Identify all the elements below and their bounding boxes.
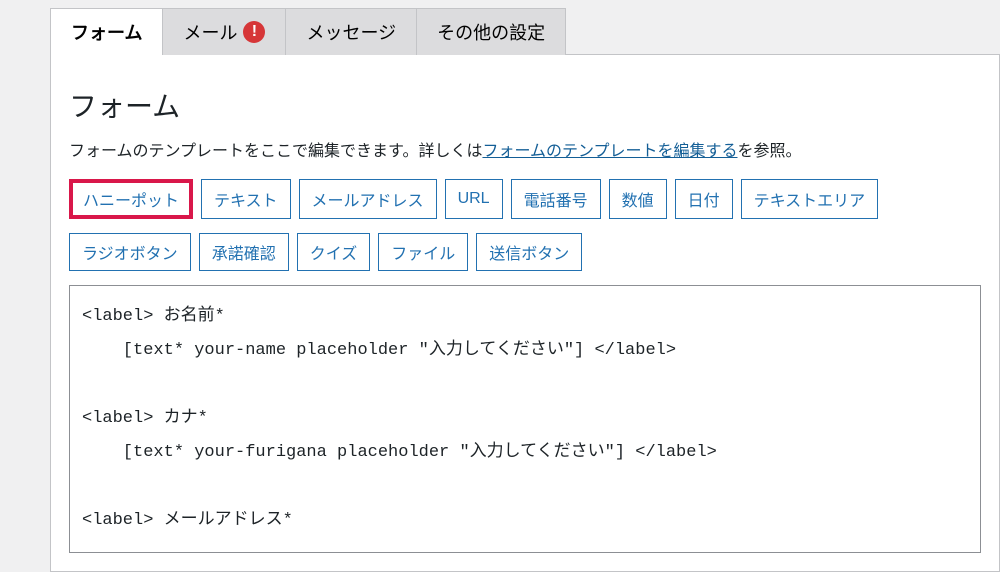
tag-button-acceptance[interactable]: 承諾確認 — [199, 233, 289, 271]
form-template-editor[interactable]: <label> お名前* [text* your-name placeholde… — [69, 285, 981, 553]
tab-label: メール — [183, 19, 237, 45]
tag-buttons-row-2: ラジオボタン 承諾確認 クイズ ファイル 送信ボタン — [69, 233, 981, 271]
tab-label: メッセージ — [306, 19, 396, 45]
tab-label: フォーム — [71, 19, 142, 45]
tab-label: その他の設定 — [437, 19, 545, 45]
tag-button-submit[interactable]: 送信ボタン — [476, 233, 582, 271]
desc-text-prefix: フォームのテンプレートをここで編集できます。詳しくは — [69, 143, 482, 160]
tag-button-url[interactable]: URL — [445, 179, 503, 219]
section-description: フォームのテンプレートをここで編集できます。詳しくはフォームのテンプレートを編集… — [69, 137, 981, 161]
tag-buttons-row-1: ハニーポット テキスト メールアドレス URL 電話番号 数値 日付 テキストエ… — [69, 179, 981, 219]
section-title: フォーム — [69, 85, 981, 125]
tab-messages[interactable]: メッセージ — [285, 8, 417, 55]
form-panel: フォーム フォームのテンプレートをここで編集できます。詳しくはフォームのテンプレ… — [50, 54, 1000, 572]
alert-icon: ! — [243, 21, 265, 43]
tag-button-honeypot[interactable]: ハニーポット — [69, 179, 193, 219]
tag-button-file[interactable]: ファイル — [378, 233, 468, 271]
tab-other-settings[interactable]: その他の設定 — [416, 8, 566, 55]
tag-button-text[interactable]: テキスト — [201, 179, 291, 219]
tab-form[interactable]: フォーム — [50, 8, 163, 55]
desc-link[interactable]: フォームのテンプレートを編集する — [482, 143, 737, 160]
tag-button-quiz[interactable]: クイズ — [297, 233, 371, 271]
desc-text-suffix: を参照。 — [738, 143, 802, 160]
tab-bar: フォーム メール ! メッセージ その他の設定 — [50, 8, 1000, 55]
tag-button-tel[interactable]: 電話番号 — [511, 179, 601, 219]
tag-button-email[interactable]: メールアドレス — [299, 179, 437, 219]
tag-button-date[interactable]: 日付 — [675, 179, 733, 219]
tag-button-radio[interactable]: ラジオボタン — [69, 233, 191, 271]
tab-mail[interactable]: メール ! — [162, 8, 286, 55]
tag-button-number[interactable]: 数値 — [609, 179, 667, 219]
tag-button-textarea[interactable]: テキストエリア — [741, 179, 879, 219]
